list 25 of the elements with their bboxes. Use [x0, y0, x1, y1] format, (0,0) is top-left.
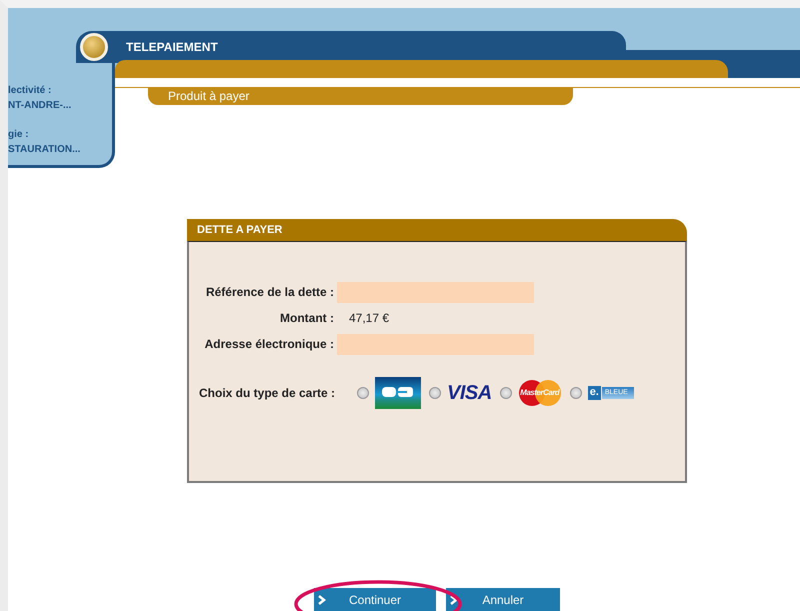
sidebar-label: lectivité :: [8, 84, 52, 97]
sidebar-value: NT-ANDRE-...: [8, 99, 72, 112]
cb-logo-icon: [375, 377, 421, 409]
ebleue-logo: e.: [588, 386, 601, 400]
field-value: 47,17 €: [349, 311, 390, 325]
sidebar-label: gie :: [8, 128, 30, 141]
radio-button[interactable]: [357, 387, 369, 399]
continue-button[interactable]: Continuer: [314, 588, 436, 611]
radio-button[interactable]: [570, 387, 582, 399]
radio-button[interactable]: [429, 387, 441, 399]
input-field[interactable]: [337, 334, 534, 354]
input-field[interactable]: [337, 282, 534, 302]
cancel-button[interactable]: Annuler: [446, 588, 560, 611]
knob-icon: [80, 33, 108, 61]
panel-title: DETTE A PAYER: [187, 219, 687, 241]
chevron-icon: [318, 595, 326, 605]
field-label: Référence de la dette :: [204, 285, 334, 299]
radio-button[interactable]: [500, 387, 512, 399]
visa-logo: VISA: [447, 382, 492, 404]
field-label: Adresse électronique :: [204, 337, 334, 351]
field-label: Choix du type de carte :: [199, 386, 336, 400]
field-label: Montant :: [279, 311, 334, 325]
chevron-icon: [450, 595, 458, 605]
header-title: TELEPAIEMENT: [126, 40, 218, 54]
sidebar-value: STAURATION...: [8, 143, 82, 156]
